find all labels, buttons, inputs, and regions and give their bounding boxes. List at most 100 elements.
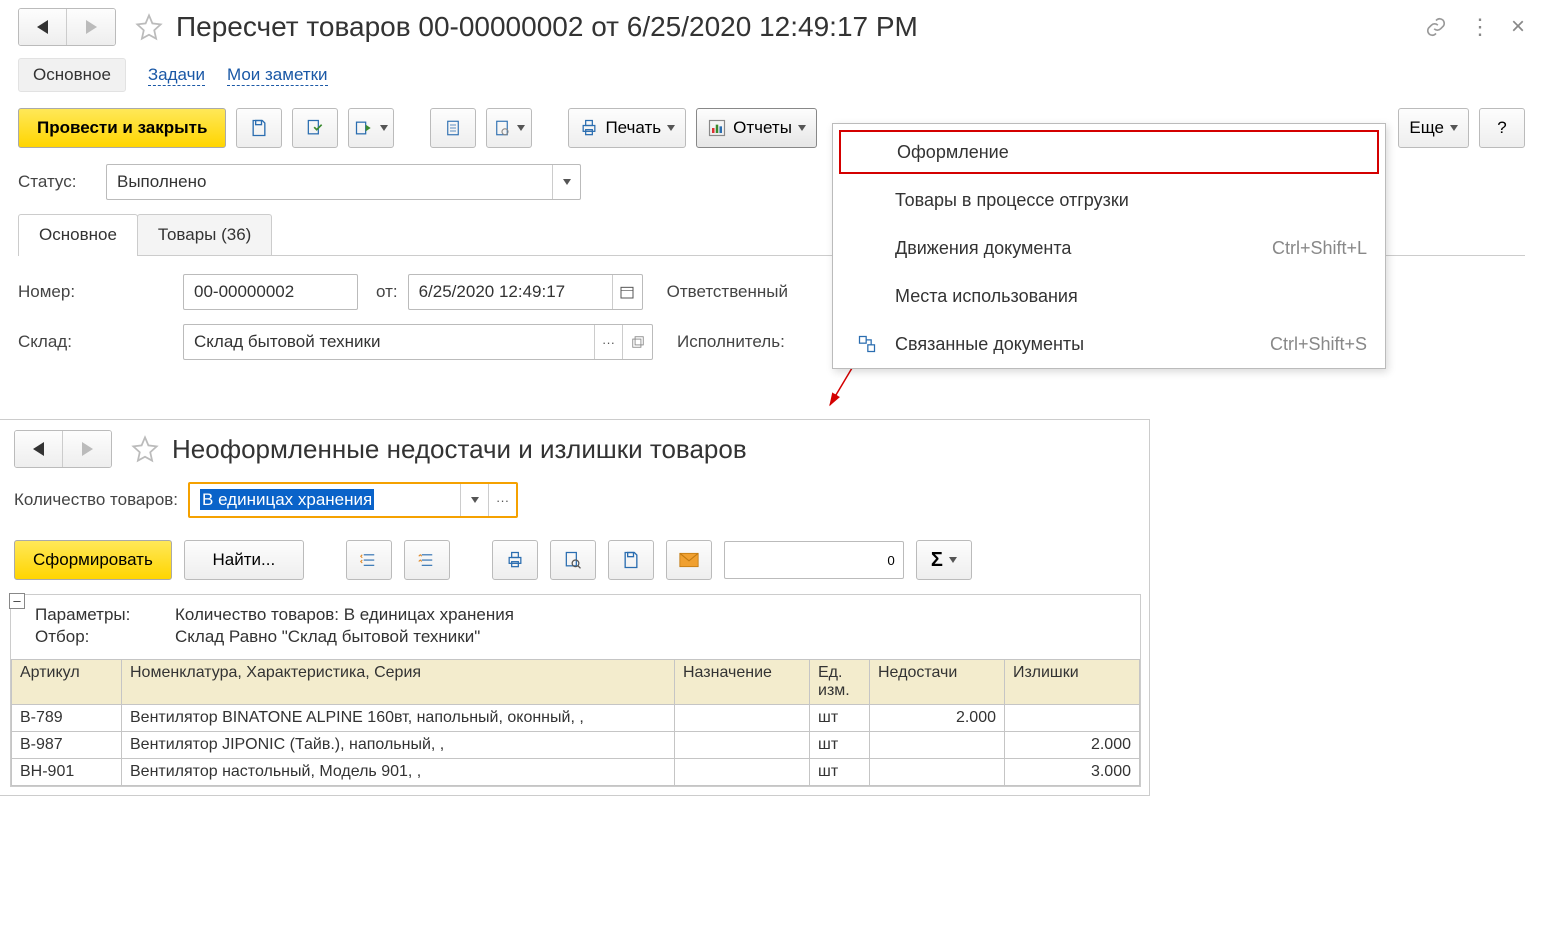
number-field[interactable]: 00-00000002 [183,274,358,310]
status-select[interactable]: Выполнено [106,164,581,200]
save-button[interactable] [236,108,282,148]
qty-select[interactable]: В единицах хранения ··· [188,482,518,518]
more-label: Еще [1409,118,1444,138]
page-tab-goods[interactable]: Товары (36) [137,214,272,255]
filter-label: Отбор: [35,627,175,647]
dd-item-related-documents[interactable]: Связанные документы Ctrl+Shift+S [833,320,1385,368]
dd-item-shipping-goods[interactable]: Товары в процессе отгрузки [833,176,1385,224]
nav-buttons [18,8,116,46]
report-grid: – Параметры: Количество товаров: В едини… [10,594,1141,787]
close-icon[interactable]: × [1511,13,1525,41]
dd-item-document-movements[interactable]: Движения документа Ctrl+Shift+L [833,224,1385,272]
save-report-button[interactable] [608,540,654,580]
arrow-left-icon [37,20,48,34]
header-icons: ⋮ × [1425,13,1525,41]
th-surplus: Излишки [1005,660,1140,705]
help-button[interactable]: ? [1479,108,1525,148]
dd-label: Товары в процессе отгрузки [895,190,1129,211]
dd-item-design[interactable]: Оформление [839,130,1379,174]
preview-button[interactable] [550,540,596,580]
cell-unit: шт [810,732,870,759]
print-report-button[interactable] [492,540,538,580]
kebab-icon[interactable]: ⋮ [1469,14,1489,40]
cell-surplus: 2.000 [1005,732,1140,759]
create-based-on-button[interactable] [348,108,394,148]
dd-shortcut: Ctrl+Shift+L [1272,238,1367,259]
back-button[interactable] [19,9,67,45]
page-tab-main[interactable]: Основное [18,214,138,255]
dd-shortcut: Ctrl+Shift+S [1270,334,1367,355]
table-row[interactable]: В-789 Вентилятор BINATONE ALPINE 160вт, … [12,705,1140,732]
dd-label: Оформление [897,142,1009,163]
cell-article: В-789 [12,705,122,732]
table-header-row: Артикул Номенклатура, Характеристика, Се… [12,660,1140,705]
back-button-2[interactable] [15,431,63,467]
warehouse-field[interactable]: Склад бытовой техники ··· [183,324,653,360]
structure-button[interactable] [430,108,476,148]
th-shortage: Недостачи [870,660,1005,705]
cell-surplus: 3.000 [1005,759,1140,786]
reports-button[interactable]: Отчеты [696,108,817,148]
settings-button[interactable] [486,108,532,148]
forward-button-2[interactable] [63,431,111,467]
cell-nomenclature: Вентилятор JIPONIC (Тайв.), напольный, , [122,732,675,759]
th-nomenclature: Номенклатура, Характеристика, Серия [122,660,675,705]
view-tab-main[interactable]: Основное [18,58,126,92]
post-button[interactable] [292,108,338,148]
at-label: от: [376,282,398,302]
collapse-levels-button[interactable] [404,540,450,580]
dd-label: Связанные документы [895,334,1084,355]
cell-shortage [870,759,1005,786]
status-label: Статус: [18,172,96,192]
more-button[interactable]: Еще [1398,108,1469,148]
params-label: Параметры: [35,605,175,625]
params-value: Количество товаров: В единицах хранения [175,605,514,625]
cell-destination [675,759,810,786]
reports-dropdown: Оформление Товары в процессе отгрузки Дв… [832,123,1386,369]
link-icon[interactable] [1425,16,1447,38]
report-table: Артикул Номенклатура, Характеристика, Се… [11,659,1140,786]
qty-label: Количество товаров: [14,490,178,510]
find-button[interactable]: Найти... [184,540,304,580]
nav-buttons-2 [14,430,112,468]
ellipsis-icon[interactable]: ··· [594,325,622,359]
generate-button[interactable]: Сформировать [14,540,172,580]
chevron-down-icon[interactable] [552,165,580,199]
date-field[interactable]: 6/25/2020 12:49:17 [408,274,643,310]
cell-nomenclature: Вентилятор настольный, Модель 901, , [122,759,675,786]
view-tab-tasks[interactable]: Задачи [148,65,205,86]
arrow-right-icon [82,442,93,456]
filter-value: Склад Равно "Склад бытовой техники" [175,627,480,647]
forward-button[interactable] [67,9,115,45]
document-title: Пересчет товаров 00-00000002 от 6/25/202… [176,11,1425,43]
view-tabs: Основное Задачи Мои заметки [0,46,1543,108]
open-icon[interactable] [622,325,652,359]
cell-surplus [1005,705,1140,732]
sum-field[interactable] [724,541,904,579]
ellipsis-icon[interactable]: ··· [488,484,516,516]
table-row[interactable]: В-987 Вентилятор JIPONIC (Тайв.), наполь… [12,732,1140,759]
expand-levels-button[interactable] [346,540,392,580]
collapse-toggle[interactable]: – [9,593,25,609]
post-and-close-button[interactable]: Провести и закрыть [18,108,226,148]
th-unit: Ед. изм. [810,660,870,705]
arrow-right-icon [86,20,97,34]
report-params-row: Количество товаров: В единицах хранения … [0,468,1149,536]
print-button[interactable]: Печать [568,108,686,148]
th-destination: Назначение [675,660,810,705]
table-row[interactable]: ВН-901 Вентилятор настольный, Модель 901… [12,759,1140,786]
report-toolbar: Сформировать Найти... Σ [0,536,1149,594]
reports-label: Отчеты [733,118,792,138]
sum-button[interactable]: Σ [916,540,972,580]
responsible-label: Ответственный [667,282,788,302]
favorite-star-icon[interactable] [134,12,164,42]
calendar-icon[interactable] [612,275,642,309]
report-params-box: Параметры: Количество товаров: В единица… [11,595,1140,659]
favorite-star-icon-2[interactable] [130,434,160,464]
send-email-button[interactable] [666,540,712,580]
cell-article: В-987 [12,732,122,759]
view-tab-notes[interactable]: Мои заметки [227,65,328,86]
chevron-down-icon[interactable] [460,484,488,516]
dd-item-usage-places[interactable]: Места использования [833,272,1385,320]
th-article: Артикул [12,660,122,705]
